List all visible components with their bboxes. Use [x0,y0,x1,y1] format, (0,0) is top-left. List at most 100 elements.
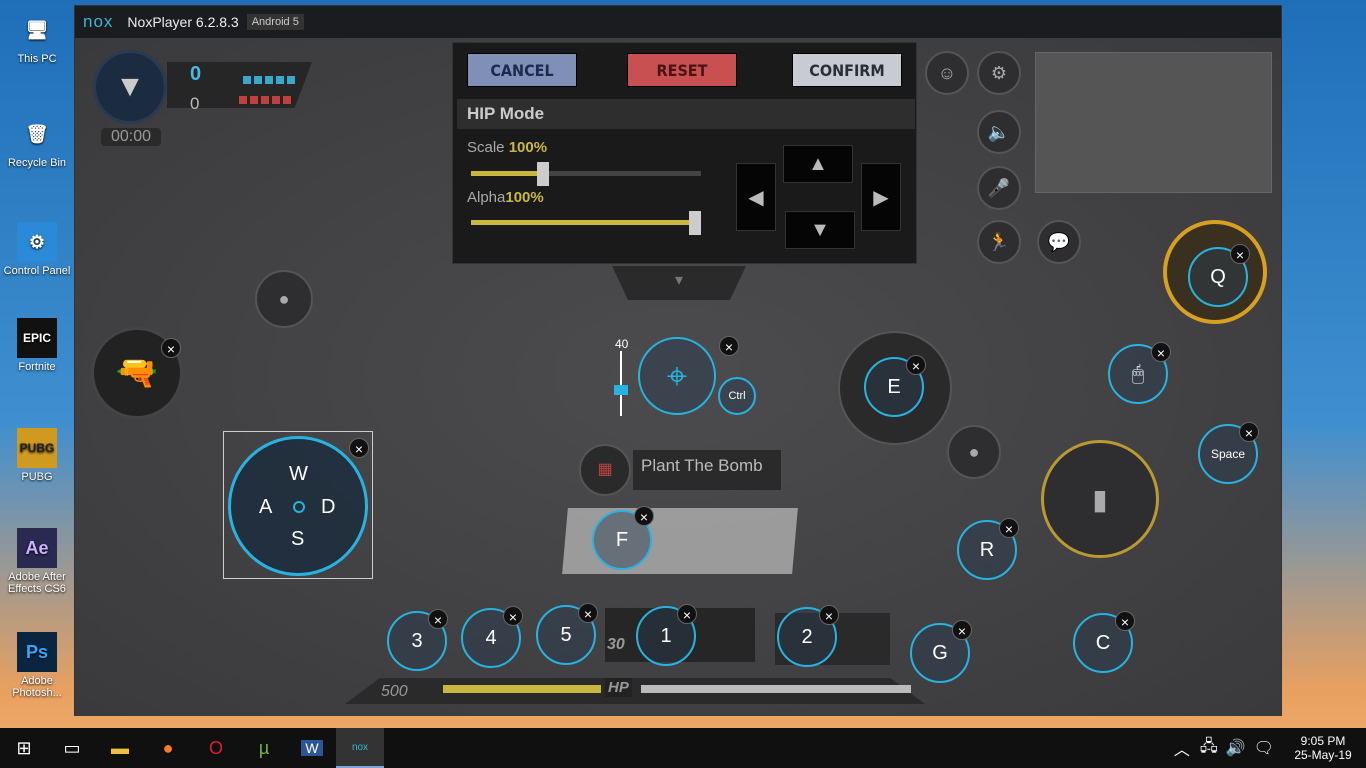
close-icon[interactable]: × [503,606,523,626]
ammo-count: 500 [381,683,408,700]
android-version-badge: Android 5 [246,14,304,30]
arrow-left-icon: ◀ [748,186,764,209]
sensitivity-value: 40 [615,337,629,351]
firefox-button[interactable]: ● [144,728,192,768]
key-s: S [291,528,305,550]
alpha-handle[interactable] [689,211,701,235]
desktop-icon-pubg[interactable]: PUBG PUBG [2,428,72,483]
windows-icon: ⊞ [16,737,32,758]
close-icon[interactable]: × [634,506,654,526]
close-icon[interactable]: × [999,518,1019,538]
desktop-icon-photoshop[interactable]: Ps Adobe Photosh... [2,632,72,699]
window-title: NoxPlayer 6.2.8.3 [127,14,239,30]
show-hidden-icons[interactable]: ︿ [1174,736,1190,760]
close-icon[interactable]: × [906,355,926,375]
desktop-icon-this-pc[interactable]: 🖥 This PC [2,10,72,66]
close-icon[interactable]: × [1239,422,1259,442]
alpha-value: 100% [505,189,544,206]
wasd-joystick[interactable] [228,436,368,576]
sprint-icon[interactable]: 🏃 [977,220,1021,264]
emoji-icon[interactable]: ☺ [925,51,969,95]
close-icon[interactable]: × [161,338,181,358]
opera-button[interactable]: O [192,728,240,768]
match-timer: 00:00 [101,128,161,146]
icon-label: PUBG [21,471,53,483]
file-explorer-button[interactable]: ▬ [96,728,144,768]
plant-bomb-label: Plant The Bomb [633,450,781,490]
close-icon[interactable]: × [578,603,598,623]
nox-logo: nox [83,12,114,31]
close-icon[interactable]: × [719,336,739,356]
scale-slider[interactable] [471,162,701,186]
grenade-throw-icon[interactable]: ● [947,425,1001,479]
close-icon[interactable]: × [1230,244,1250,264]
confirm-button[interactable]: CONFIRM [792,53,902,87]
panel-collapse-tab[interactable]: ▾ [612,266,746,300]
alpha-label: Alpha100% [467,189,544,206]
desktop-icon-control-panel[interactable]: ⚙ Control Panel [2,222,72,277]
microphone-icon[interactable]: 🎤 [977,166,1021,210]
fire-button[interactable]: ▮ [1041,440,1159,558]
hp-bar [641,685,911,693]
close-icon[interactable]: × [677,604,697,624]
alpha-fill [471,220,701,225]
taskbar: ⊞ ▭ ▬ ● O µ W nox ︿ 🖧 🔊 🗨 9:05 PM 25-May-… [0,728,1366,768]
utorrent-button[interactable]: µ [240,728,288,768]
minimap[interactable] [1035,52,1272,193]
score-blue: 0 [190,63,202,85]
arrow-up-icon: ▲ [808,152,828,175]
pubg-icon: PUBG [17,428,57,468]
nox-taskbar-button[interactable]: nox [336,728,384,768]
close-icon[interactable]: × [349,438,369,458]
chat-icon[interactable]: 💬 [1037,220,1081,264]
photoshop-icon: Ps [17,632,57,672]
gear-icon[interactable]: ⚙ [977,51,1021,95]
crosshair-key[interactable]: ⌖ [638,337,716,415]
close-icon[interactable]: × [819,605,839,625]
icon-label: Adobe After Effects CS6 [8,571,66,595]
scale-handle[interactable] [537,162,550,186]
start-button[interactable]: ⊞ [0,728,48,768]
game-screen[interactable]: ▼ 0 0 00:00 CANCEL RESET CONFIRM HIP Mod… [75,38,1281,716]
word-button[interactable]: W [288,728,336,768]
move-up-button[interactable]: ▲ [783,145,853,183]
close-icon[interactable]: × [1151,342,1171,362]
cancel-button[interactable]: CANCEL [467,53,577,87]
clock[interactable]: 9:05 PM 25-May-19 [1288,734,1358,762]
sensitivity-handle[interactable] [614,385,628,395]
computer-icon: 🖥 [25,19,49,40]
crosshair-icon: ⌖ [666,354,688,396]
hp-label: HP [605,678,632,697]
task-view-button[interactable]: ▭ [48,728,96,768]
key-d: D [321,496,336,518]
desktop-icon-recycle-bin[interactable]: 🗑 Recycle Bin [2,114,72,170]
grenade-icon[interactable]: ● [255,270,313,328]
noxplayer-window: nox NoxPlayer 6.2.8.3 Android 5 ▼ 0 0 00… [74,5,1282,716]
scale-text: Scale [467,139,505,156]
move-right-button[interactable]: ▶ [861,163,901,231]
arrow-right-icon: ▶ [873,186,889,209]
desktop-icon-fortnite[interactable]: EPIC Fortnite [2,318,72,373]
word-icon: W [301,740,323,756]
notifications-icon[interactable]: 🗨 [1254,738,1274,758]
volume-icon[interactable]: 🔊 [1226,738,1246,758]
reset-button[interactable]: RESET [627,53,737,87]
icon-label: This PC [17,53,57,65]
close-icon[interactable]: × [428,609,448,629]
key-ctrl[interactable]: Ctrl [718,377,756,415]
network-icon[interactable]: 🖧 [1200,735,1218,762]
speaker-icon[interactable]: 🔈 [977,110,1021,154]
plant-bomb-icon: ▦ [579,444,631,496]
sensitivity-slider[interactable] [620,351,622,416]
icon-label: Control Panel [3,265,71,277]
close-icon[interactable]: × [1115,611,1135,631]
alpha-slider[interactable] [471,211,701,235]
desktop-icon-after-effects[interactable]: Ae Adobe After Effects CS6 [2,528,72,595]
firefox-icon: ● [162,737,174,758]
opera-icon: O [208,737,223,758]
joystick-center [293,501,305,513]
close-icon[interactable]: × [952,620,972,640]
move-left-button[interactable]: ◀ [736,163,776,231]
move-down-button[interactable]: ▼ [785,211,855,249]
epic-games-icon: EPIC [17,318,57,358]
